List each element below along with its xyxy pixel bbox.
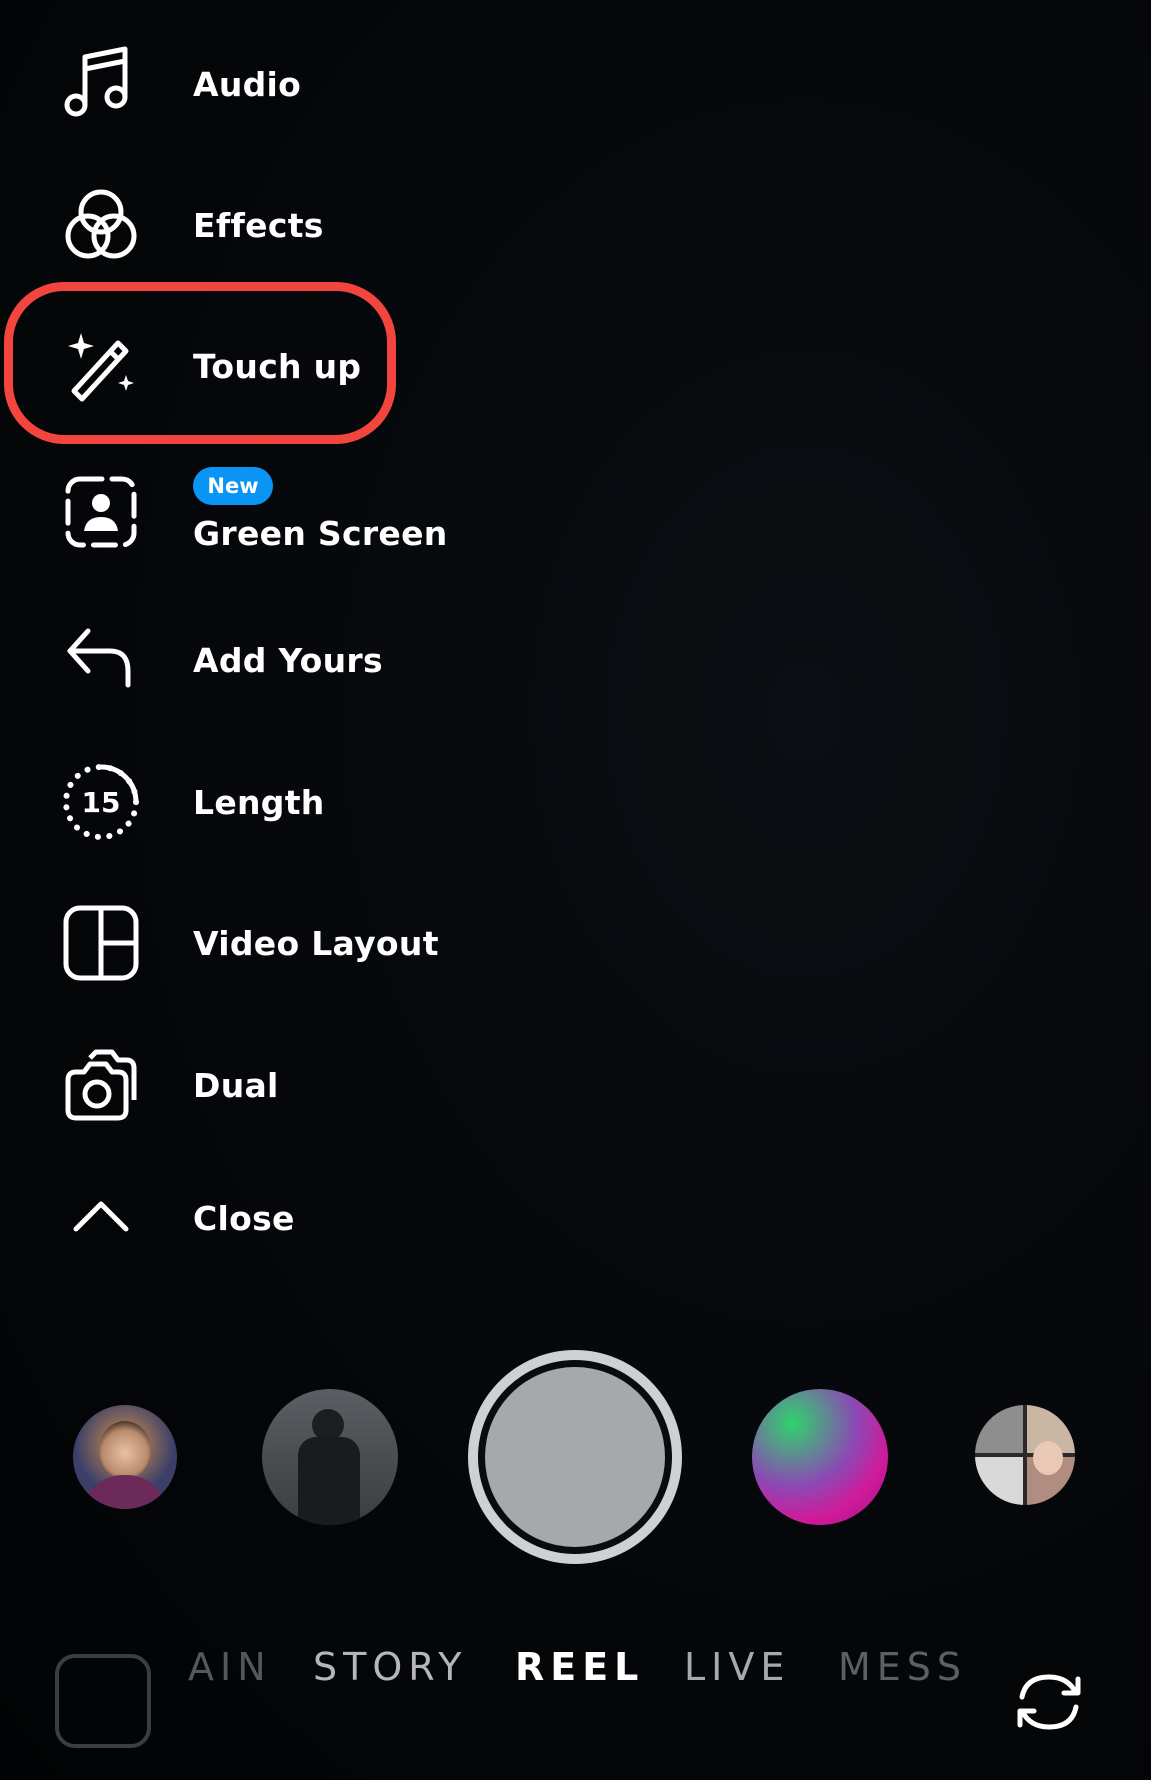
timer-icon: 15 (60, 761, 142, 843)
effect-thumbnail-collage[interactable] (975, 1405, 1075, 1505)
dual-camera-icon (60, 1044, 142, 1126)
collage-tile-3 (975, 1457, 1023, 1505)
menu-label-green-screen: Green Screen (193, 514, 448, 553)
effect-thumbnail-color[interactable] (752, 1389, 888, 1525)
highlight-annotation (4, 282, 396, 444)
menu-item-green-screen[interactable]: Green Screen (0, 467, 520, 567)
chevron-up-icon (60, 1177, 142, 1259)
menu-label-video-layout: Video Layout (193, 924, 439, 963)
mode-tab-reel[interactable]: REEL (515, 1645, 644, 1689)
menu-item-effects[interactable]: Effects (0, 175, 520, 275)
gallery-button[interactable] (55, 1654, 151, 1748)
menu-item-close[interactable]: Close (0, 1168, 520, 1268)
reply-arrow-icon (60, 619, 142, 701)
shirt-image (83, 1475, 167, 1509)
camera-screen: Audio Effects Touch up New Green Screen … (0, 0, 1151, 1780)
mode-tab-story[interactable]: STORY (313, 1645, 467, 1689)
menu-item-audio[interactable]: Audio (0, 35, 520, 135)
collage-tile-1 (975, 1405, 1023, 1453)
menu-item-add-yours[interactable]: Add Yours (0, 610, 520, 710)
mode-tab-messages[interactable]: MESS (838, 1645, 967, 1689)
menu-item-video-layout[interactable]: Video Layout (0, 893, 520, 993)
menu-label-length: Length (193, 783, 325, 822)
menu-label-add-yours: Add Yours (193, 641, 383, 680)
menu-label-dual: Dual (193, 1066, 279, 1105)
shutter-button[interactable] (485, 1367, 665, 1547)
menu-item-length[interactable]: 15 Length (0, 752, 520, 852)
collage-face (1033, 1441, 1063, 1475)
menu-item-dual[interactable]: Dual (0, 1035, 520, 1135)
effect-thumbnail-1[interactable] (73, 1405, 177, 1509)
effects-icon (60, 184, 142, 266)
flip-camera-button[interactable] (1012, 1665, 1086, 1739)
layout-grid-icon (60, 902, 142, 984)
music-note-icon (60, 39, 142, 121)
menu-label-audio: Audio (193, 65, 302, 104)
flip-camera-icon (1017, 1674, 1081, 1730)
mode-tab-live[interactable]: LIVE (684, 1645, 790, 1689)
menu-label-close: Close (193, 1199, 295, 1238)
effect-thumbnail-2[interactable] (262, 1389, 398, 1525)
person-frame-icon (60, 471, 142, 553)
mode-tab-main[interactable]: AIN (188, 1645, 272, 1689)
face-image (99, 1421, 151, 1479)
timer-value: 15 (82, 786, 121, 819)
figure-body-image (298, 1437, 360, 1525)
menu-label-effects: Effects (193, 206, 324, 245)
